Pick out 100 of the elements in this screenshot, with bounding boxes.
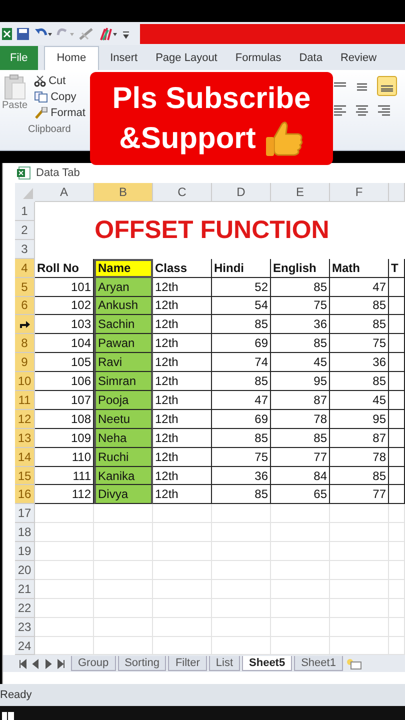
table-cell: 45 (271, 353, 330, 372)
status-text: Ready (0, 689, 32, 701)
table-cell: 12th (153, 428, 212, 448)
cut-button[interactable]: Cut (32, 74, 88, 88)
table-cell: 85 (330, 296, 389, 316)
row-header[interactable]: 15 (15, 466, 35, 486)
table-cell: Simran (94, 372, 153, 391)
table-cell: 85 (271, 428, 330, 448)
row-header[interactable]: 17 (15, 504, 35, 524)
table-cell: 69 (212, 410, 271, 429)
table-cell: Math (330, 258, 389, 278)
table-cell: 78 (271, 410, 330, 429)
table-cell: Neetu (94, 410, 153, 429)
table-cell: 85 (271, 278, 330, 297)
table-cell: Ankush (94, 296, 153, 316)
banner-text: &Support (119, 120, 256, 156)
table-cell: 12th (153, 296, 212, 316)
table-cell: 65 (271, 485, 330, 504)
table-cell: Name (94, 258, 153, 278)
row-header[interactable]: 21 (15, 580, 35, 599)
table-cell: 84 (271, 466, 330, 486)
table-cell: 12th (153, 391, 212, 410)
row-header[interactable]: 6 (15, 296, 35, 316)
ribbon-tab[interactable]: Formulas (228, 48, 288, 70)
row-header[interactable]: 10 (15, 372, 35, 391)
sheet-tab[interactable]: List (208, 656, 240, 672)
paste-button[interactable]: Paste (0, 74, 30, 120)
table-cell: Neha (94, 428, 153, 448)
table-cell: 47 (212, 391, 271, 410)
table-cell: Hindi (212, 258, 271, 278)
table-cell: English (271, 258, 330, 278)
column-header[interactable]: D (212, 183, 271, 202)
row-header[interactable]: 22 (15, 598, 35, 618)
column-header[interactable]: B (94, 183, 153, 202)
table-cell: 95 (330, 410, 389, 429)
row-header[interactable]: 24 (15, 636, 35, 656)
table-cell: T (389, 258, 405, 278)
row-header[interactable]: 19 (15, 542, 35, 562)
row-header[interactable]: 14 (15, 448, 35, 467)
row-header[interactable]: 13 (15, 428, 35, 448)
ribbon-tab[interactable]: Data (292, 48, 330, 70)
row-header[interactable]: 18 (15, 523, 35, 542)
row-header[interactable]: 11 (15, 391, 35, 410)
ribbon-tab[interactable]: Insert (103, 48, 145, 70)
table-cell: Ravi (94, 353, 153, 372)
ribbon-tab[interactable]: File (0, 46, 38, 70)
sheet-tab[interactable]: Group (71, 656, 116, 672)
table-cell: 74 (212, 353, 271, 372)
table-cell: Pawan (94, 334, 153, 354)
row-header[interactable]: 2 (15, 220, 35, 240)
table-cell: 12th (153, 466, 212, 486)
row-header[interactable]: 8 (15, 334, 35, 354)
table-cell: 12th (153, 353, 212, 372)
table-cell: 12th (153, 448, 212, 467)
table-cell: 85 (212, 428, 271, 448)
table-cell: 47 (330, 278, 389, 297)
ribbon-tab[interactable]: Page Layout (148, 48, 224, 70)
column-header[interactable]: C (153, 183, 212, 202)
row-header[interactable]: 20 (15, 561, 35, 580)
table-cell: 85 (330, 315, 389, 334)
table-cell: 87 (271, 391, 330, 410)
table-cell: 85 (330, 372, 389, 391)
row-header[interactable]: 4 (15, 258, 35, 278)
table-cell: 54 (212, 296, 271, 316)
table-cell: 36 (330, 353, 389, 372)
table-cell: 85 (271, 334, 330, 354)
sheet-tab[interactable]: Sheet1 (294, 656, 343, 672)
table-cell: 95 (271, 372, 330, 391)
table-cell: 69 (212, 334, 271, 354)
table-cell: Pooja (94, 391, 153, 410)
column-header[interactable]: E (271, 183, 330, 202)
row-header[interactable]: 12 (15, 410, 35, 429)
table-cell: 52 (212, 278, 271, 297)
sheet-tab[interactable]: Sheet5 (242, 656, 292, 672)
table-cell: Ruchi (94, 448, 153, 467)
row-header[interactable]: 3 (15, 240, 35, 259)
column-header[interactable]: A (35, 183, 94, 202)
table-cell: Sachin (94, 315, 153, 334)
table-cell: Aryan (94, 278, 153, 297)
sheet-tab[interactable]: Sorting (118, 656, 166, 672)
table-cell: 85 (330, 466, 389, 486)
table-cell: 85 (212, 485, 271, 504)
copy-button[interactable]: Copy (32, 90, 88, 104)
group-label: Clipboard (28, 124, 72, 135)
row-header[interactable]: 9 (15, 353, 35, 372)
column-header[interactable]: F (330, 183, 389, 202)
sheet-tab[interactable]: Filter (168, 656, 207, 672)
table-cell: 36 (271, 315, 330, 334)
ribbon-tab[interactable]: Home (44, 46, 100, 70)
table-cell: 85 (212, 372, 271, 391)
row-header[interactable]: 16 (15, 485, 35, 504)
banner-text: Pls Subscribe (112, 80, 311, 116)
row-header[interactable]: 23 (15, 618, 35, 637)
table-cell: 12th (153, 315, 212, 334)
table-cell: 77 (330, 485, 389, 504)
ribbon-tab[interactable]: Review (333, 48, 384, 70)
format-painter-button[interactable]: Format (32, 106, 88, 120)
row-header[interactable]: 1 (15, 202, 35, 221)
table-cell: 12th (153, 410, 212, 429)
row-header[interactable]: 5 (15, 278, 35, 297)
